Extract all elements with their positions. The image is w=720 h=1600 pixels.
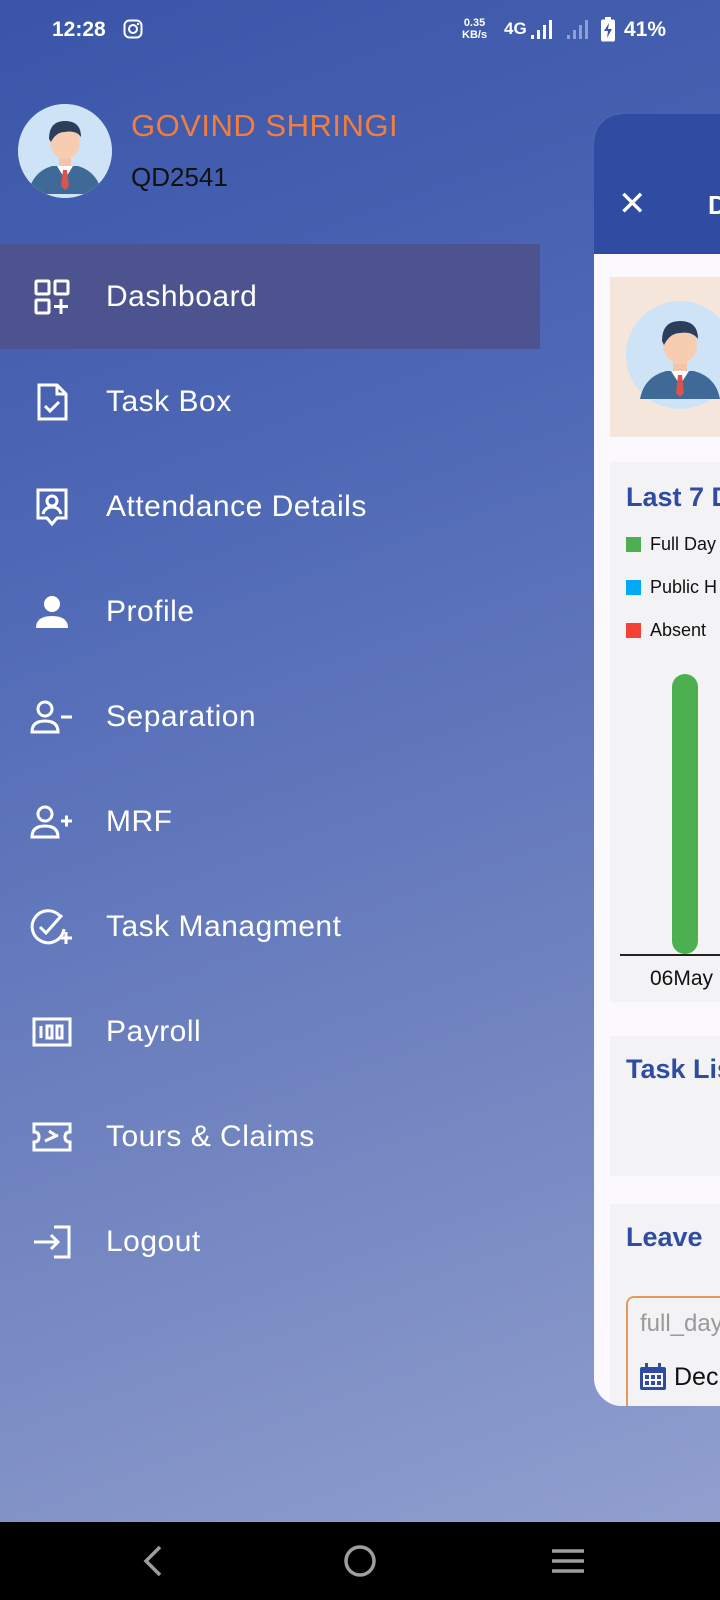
signal-icon-secondary: [567, 20, 588, 39]
legend-swatch: [626, 623, 641, 638]
menu-item-attendance-details[interactable]: Attendance Details: [0, 454, 540, 559]
net-speed: 0.35 KB/s: [462, 17, 488, 41]
menu-item-dashboard[interactable]: Dashboard: [0, 244, 540, 349]
system-nav-bar: [0, 1522, 720, 1600]
menu-item-separation[interactable]: Separation: [0, 664, 540, 769]
user-code: QD2541: [131, 162, 228, 192]
menu-item-label: Dashboard: [106, 279, 258, 313]
close-icon[interactable]: ✕: [618, 184, 647, 224]
legend-swatch: [626, 580, 641, 595]
dashboard-icon: [30, 275, 74, 319]
menu-item-payroll[interactable]: Payroll: [0, 979, 540, 1084]
menu-item-label: MRF: [106, 804, 173, 838]
leave-card: Leave full_day Dec: [610, 1204, 720, 1406]
network-type: 4G: [504, 19, 527, 38]
menu-item-label: Attendance Details: [106, 489, 367, 523]
recents-button[interactable]: [543, 1536, 593, 1586]
drawer-menu: Dashboard Task Box Attendance Details Pr…: [0, 244, 540, 1294]
status-bar: 12:28 0.35 KB/s 4G 41%: [0, 0, 720, 62]
leave-type-placeholder: full_day: [640, 1310, 720, 1337]
x-axis-line: [620, 954, 720, 956]
home-button[interactable]: [335, 1536, 385, 1586]
panel-header: ✕ D: [594, 114, 720, 254]
menu-item-profile[interactable]: Profile: [0, 559, 540, 664]
legend-swatch: [626, 537, 641, 552]
menu-lines-icon: [552, 1549, 584, 1573]
menu-item-task-managment[interactable]: Task Managment: [0, 874, 540, 979]
x-tick-label: 06May: [650, 967, 714, 990]
leave-date[interactable]: Dec: [638, 1362, 718, 1392]
ticket-icon: [30, 1115, 74, 1159]
legend-item-full-day: Full Day: [626, 534, 716, 555]
menu-item-label: Payroll: [106, 1014, 202, 1048]
battery-percent: 41%: [624, 18, 667, 41]
leave-type-field[interactable]: full_day Dec: [626, 1296, 720, 1406]
attendance-icon: [30, 485, 74, 529]
leave-title: Leave: [626, 1222, 703, 1252]
legend-item-absent: Absent: [626, 620, 706, 641]
person-remove-icon: [30, 695, 74, 739]
menu-item-label: Logout: [106, 1224, 201, 1258]
task-box-icon: [30, 380, 74, 424]
instagram-icon: [123, 19, 143, 39]
task-check-icon: [30, 905, 74, 949]
signal-icon: [531, 20, 552, 39]
chart-bar: [672, 674, 698, 954]
menu-item-label: Profile: [106, 594, 195, 628]
menu-item-logout[interactable]: Logout: [0, 1189, 540, 1294]
profile-card[interactable]: [610, 277, 720, 437]
menu-item-tours-claims[interactable]: Tours & Claims: [0, 1084, 540, 1189]
menu-item-task-box[interactable]: Task Box: [0, 349, 540, 454]
avatar[interactable]: [18, 104, 112, 198]
attendance-chart-card: Last 7 D Full Day Public H Absent 06May: [610, 462, 720, 1002]
avatar: [626, 301, 720, 409]
status-time: 12:28: [52, 18, 106, 41]
payroll-icon: [30, 1010, 74, 1054]
menu-item-label: Task Box: [106, 384, 232, 418]
legend-item-public-holiday: Public H: [626, 577, 717, 598]
home-icon: [344, 1545, 376, 1577]
menu-item-label: Tours & Claims: [106, 1119, 315, 1153]
navigation-drawer: GOVIND SHRINGI QD2541 Dashboard Task Box: [0, 62, 540, 1522]
logout-icon: [30, 1220, 74, 1264]
person-add-icon: [30, 800, 74, 844]
calendar-icon: [640, 1363, 666, 1390]
chart-title: Last 7 D: [626, 482, 720, 512]
menu-item-label: Separation: [106, 699, 257, 733]
task-list-card: Task Lis: [610, 1036, 720, 1176]
panel-title: D: [708, 190, 720, 220]
menu-item-label: Task Managment: [106, 909, 342, 943]
person-icon: [30, 590, 74, 634]
back-icon: [143, 1545, 162, 1577]
dashboard-panel: ✕ D Last 7 D Full Day Public H Absent: [594, 114, 720, 1406]
task-list-title: Task Lis: [626, 1054, 720, 1084]
menu-item-mrf[interactable]: MRF: [0, 769, 540, 874]
battery-charging-icon: [601, 17, 615, 42]
back-button[interactable]: [128, 1536, 178, 1586]
user-name: GOVIND SHRINGI: [131, 108, 399, 143]
